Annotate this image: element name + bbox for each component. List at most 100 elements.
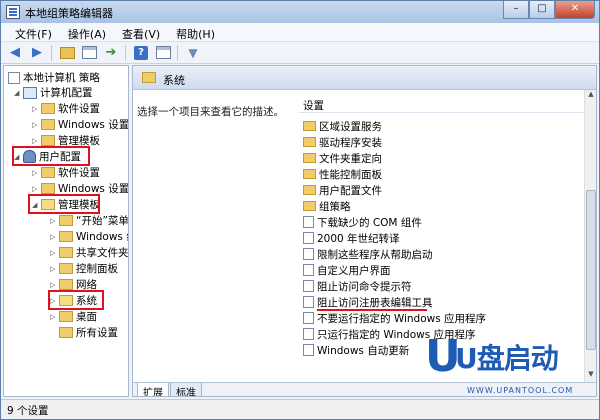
folder-icon	[59, 327, 73, 338]
collapse-arrow-icon[interactable]: ▷	[50, 313, 59, 321]
collapse-arrow-icon[interactable]: ▷	[50, 233, 59, 241]
list-item[interactable]: 文件夹重定向	[303, 150, 382, 166]
list-item-label: 阻止访问注册表编辑工具	[317, 296, 433, 309]
list-item[interactable]: 用户配置文件	[303, 182, 382, 198]
folder-up-icon[interactable]	[57, 44, 77, 62]
list-item[interactable]: Windows 自动更新	[303, 342, 409, 358]
policy-document-icon	[8, 71, 20, 84]
tree-item[interactable]: ▷ 软件设置	[32, 165, 100, 180]
toolbar: ◀ ▶ ➔ ? ▼	[1, 42, 599, 64]
tree-item[interactable]: ▷ Windows 设置	[32, 117, 128, 132]
properties-icon[interactable]	[153, 44, 173, 62]
list-item-label: 用户配置文件	[319, 184, 382, 197]
forward-arrow-icon[interactable]: ▶	[27, 44, 47, 62]
tree-item[interactable]: ▷ 共享文件夹	[50, 245, 128, 260]
tree-item-label: “开始”菜单	[76, 215, 129, 227]
list-item[interactable]: 自定义用户界面	[303, 262, 391, 278]
column-header-settings[interactable]: 设置	[299, 96, 584, 113]
tree-item-label: 软件设置	[58, 167, 100, 179]
list-item-label: 区域设置服务	[319, 120, 382, 133]
list-item[interactable]: 下载缺少的 COM 组件	[303, 214, 422, 230]
highlight-box	[48, 290, 104, 310]
list-item-label: 组策略	[319, 200, 351, 213]
tab-standard[interactable]: 标准	[170, 383, 202, 396]
watermark-brand: U盘启动	[455, 342, 559, 375]
title-bar: 本地组策略编辑器 – □ ✕	[1, 1, 599, 23]
collapse-arrow-icon[interactable]: ▷	[32, 185, 41, 193]
collapse-arrow-icon[interactable]: ▷	[32, 137, 41, 145]
list-item-label: 自定义用户界面	[317, 264, 391, 277]
export-list-icon[interactable]: ➔	[101, 44, 121, 62]
list-item[interactable]: 限制这些程序从帮助启动	[303, 246, 433, 262]
toolbar-separator	[177, 44, 179, 61]
tree-computer-config[interactable]: ◢ 计算机配置	[14, 85, 93, 100]
back-arrow-icon[interactable]: ◀	[5, 44, 25, 62]
tree-item-label: Windows 组	[76, 231, 128, 243]
list-item[interactable]: 阻止访问命令提示符	[303, 278, 412, 294]
details-title: 系统	[163, 74, 185, 87]
expand-arrow-icon[interactable]: ◢	[14, 89, 23, 97]
menu-action[interactable]: 操作(A)	[60, 23, 114, 41]
scroll-thumb[interactable]	[586, 190, 596, 350]
tree-item[interactable]: ▷ Windows 组	[50, 229, 128, 244]
tree-item[interactable]: 所有设置	[59, 325, 118, 340]
folder-icon	[41, 167, 55, 178]
tree-item[interactable]: ▷ 软件设置	[32, 101, 100, 116]
list-item-label: 2000 年世纪转译	[317, 232, 400, 245]
scroll-up-arrow-icon[interactable]: ▲	[585, 90, 596, 102]
folder-icon	[303, 169, 316, 179]
collapse-arrow-icon[interactable]: ▷	[50, 265, 59, 273]
list-item[interactable]: 2000 年世纪转译	[303, 230, 400, 246]
tree-root[interactable]: 本地计算机 策略	[8, 70, 100, 85]
list-item[interactable]: 不要运行指定的 Windows 应用程序	[303, 310, 486, 326]
list-item[interactable]: 性能控制面板	[303, 166, 382, 182]
folder-icon	[59, 263, 73, 274]
policy-setting-icon	[303, 296, 314, 308]
policy-tree: 本地计算机 策略 ◢ 计算机配置 ▷ 软件设置 ▷ Windows 设置 ▷ 管…	[3, 65, 129, 397]
collapse-arrow-icon[interactable]: ▷	[50, 249, 59, 257]
window-title: 本地组策略编辑器	[25, 7, 113, 20]
list-item[interactable]: 区域设置服务	[303, 118, 382, 134]
minimize-button[interactable]: –	[503, 1, 529, 19]
tree-item-label: 软件设置	[58, 103, 100, 115]
computer-icon	[23, 86, 37, 99]
folder-icon	[303, 185, 316, 195]
tree-item[interactable]: ▷ 桌面	[50, 309, 97, 324]
maximize-button[interactable]: □	[529, 1, 555, 19]
folder-icon	[59, 231, 73, 242]
show-hide-tree-icon[interactable]	[79, 44, 99, 62]
watermark-logo: U U盘启动 WWW.UPANTOOL.COM	[425, 331, 595, 411]
collapse-arrow-icon[interactable]: ▷	[50, 217, 59, 225]
menu-bar: 文件(F) 操作(A) 查看(V) 帮助(H)	[1, 23, 599, 42]
policy-setting-icon	[303, 264, 314, 276]
menu-help[interactable]: 帮助(H)	[168, 23, 223, 41]
policy-setting-icon	[303, 280, 314, 292]
tree-item-label: 桌面	[76, 311, 97, 323]
list-item-label: 文件夹重定向	[319, 152, 382, 165]
policy-setting-icon	[303, 344, 314, 356]
group-policy-editor-window: 本地组策略编辑器 – □ ✕ 文件(F) 操作(A) 查看(V) 帮助(H) ◀…	[0, 0, 600, 420]
folder-icon	[41, 135, 55, 146]
list-item-label: 下载缺少的 COM 组件	[317, 216, 422, 229]
collapse-arrow-icon[interactable]: ▷	[50, 281, 59, 289]
collapse-arrow-icon[interactable]: ▷	[32, 105, 41, 113]
tree-item[interactable]: ▷ “开始”菜单	[50, 213, 129, 228]
folder-icon	[41, 183, 55, 194]
tab-extended[interactable]: 扩展	[137, 383, 169, 396]
close-button[interactable]: ✕	[555, 1, 595, 19]
collapse-arrow-icon[interactable]: ▷	[32, 121, 41, 129]
list-item[interactable]: 驱动程序安装	[303, 134, 382, 150]
folder-icon	[303, 121, 316, 131]
menu-file[interactable]: 文件(F)	[7, 23, 60, 41]
collapse-arrow-icon[interactable]: ▷	[32, 169, 41, 177]
details-header: 系统	[133, 66, 596, 90]
list-item-registry-block[interactable]: 阻止访问注册表编辑工具	[303, 294, 433, 310]
list-item-label: 不要运行指定的 Windows 应用程序	[317, 312, 487, 325]
help-icon[interactable]: ?	[134, 45, 148, 60]
list-item[interactable]: 组策略	[303, 198, 351, 214]
policy-setting-icon	[303, 232, 314, 244]
filter-icon[interactable]: ▼	[183, 44, 203, 62]
tree-item[interactable]: ▷ 控制面板	[50, 261, 118, 276]
list-item-label: 性能控制面板	[319, 168, 382, 181]
menu-view[interactable]: 查看(V)	[114, 23, 168, 41]
